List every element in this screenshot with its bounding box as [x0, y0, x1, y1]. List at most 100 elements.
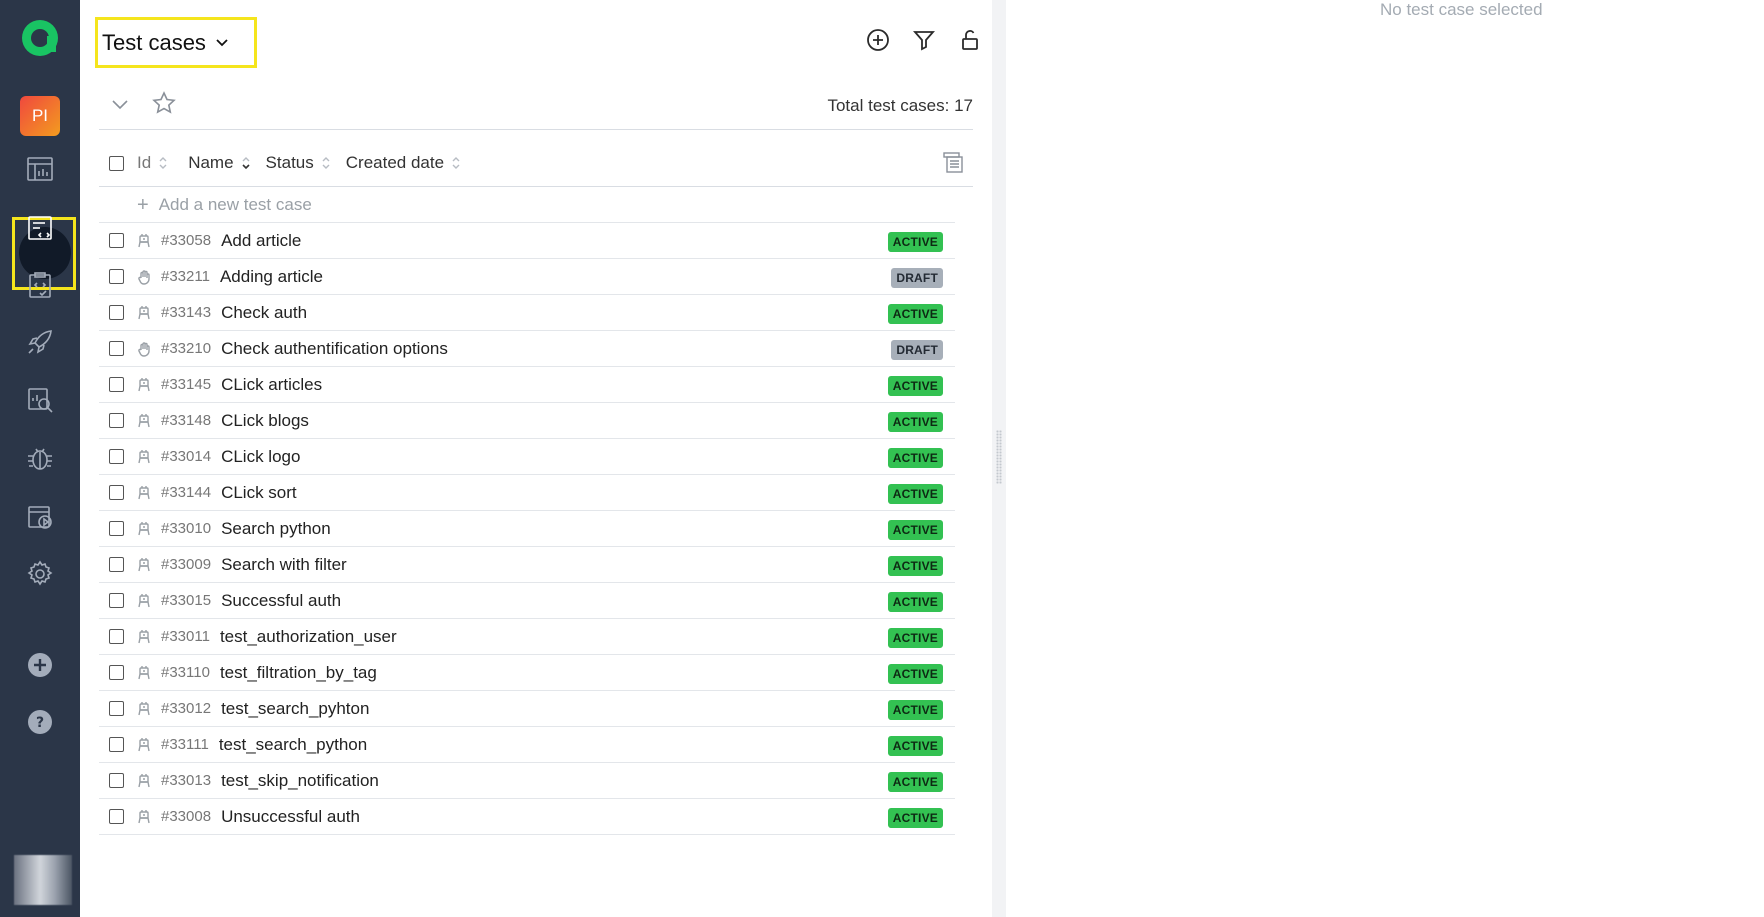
table-row[interactable]: #33010 Search python ACTIVE: [99, 511, 955, 547]
sort-icon: [159, 157, 167, 169]
sidebar-item-settings[interactable]: [22, 556, 58, 592]
sort-icon: [452, 157, 460, 169]
row-checkbox[interactable]: [109, 485, 124, 500]
column-id[interactable]: Id: [137, 153, 168, 173]
select-all-checkbox[interactable]: [109, 155, 124, 171]
row-checkbox[interactable]: [109, 341, 124, 356]
row-checkbox[interactable]: [109, 665, 124, 680]
test-case-name: CLick blogs: [221, 410, 309, 430]
sidebar-item-dashboards[interactable]: [22, 151, 58, 187]
status-badge: ACTIVE: [887, 772, 943, 792]
jobs-icon: [28, 506, 52, 529]
sidebar-item-test-plans[interactable]: [22, 267, 58, 303]
status-badge: ACTIVE: [887, 484, 943, 504]
table-row[interactable]: #33148 CLick blogs ACTIVE: [99, 403, 955, 439]
status-badge: ACTIVE: [887, 736, 943, 756]
table-row[interactable]: #33009 Search with filter ACTIVE: [99, 547, 955, 583]
column-name[interactable]: Name: [188, 153, 250, 173]
page-title: Test cases: [102, 29, 206, 55]
test-case-list: + Add a new test case #33058 Add article A…: [99, 188, 955, 835]
status-badge: ACTIVE: [887, 628, 943, 648]
column-created-date[interactable]: Created date: [346, 153, 461, 173]
table-row[interactable]: #33014 CLick logo ACTIVE: [99, 439, 955, 475]
automated-robot-icon: [136, 593, 152, 609]
sidebar-item-analytics[interactable]: [22, 382, 58, 418]
status-badge: ACTIVE: [887, 232, 943, 252]
test-cases-panel: Test cases Total test cases: 17 Id Name …: [80, 0, 1050, 917]
test-case-id: #33210: [161, 340, 212, 357]
automated-robot-icon: [136, 665, 152, 681]
sidebar-help-button[interactable]: ?: [22, 704, 58, 740]
sidebar-item-jobs[interactable]: [22, 498, 58, 534]
row-checkbox[interactable]: [109, 629, 124, 644]
row-checkbox[interactable]: [109, 701, 124, 716]
add-test-case-row[interactable]: + Add a new test case: [99, 188, 955, 223]
sidebar-item-launches[interactable]: [22, 324, 58, 360]
automated-robot-icon: [136, 701, 152, 717]
project-avatar[interactable]: PI: [20, 96, 60, 136]
test-case-name: test_filtration_by_tag: [219, 662, 377, 682]
automated-robot-icon: [136, 629, 152, 645]
table-row[interactable]: #33015 Successful auth ACTIVE: [99, 583, 955, 619]
sidebar-item-defects[interactable]: [22, 440, 58, 476]
row-checkbox[interactable]: [109, 269, 124, 284]
star-icon[interactable]: [151, 90, 177, 116]
row-checkbox[interactable]: [109, 377, 124, 392]
filter-button[interactable]: [910, 26, 938, 54]
table-row[interactable]: #33008 Unsuccessful auth ACTIVE: [99, 799, 955, 835]
sidebar-item-test-cases[interactable]: [22, 210, 58, 246]
row-checkbox[interactable]: [109, 305, 124, 320]
automated-robot-icon: [136, 305, 152, 321]
table-row[interactable]: #33058 Add article ACTIVE: [99, 223, 955, 259]
test-case-id: #33058: [161, 232, 212, 249]
lock-button[interactable]: [956, 26, 984, 54]
add-circle-icon: [867, 29, 889, 51]
app-logo-icon[interactable]: [18, 16, 62, 60]
panel-resize-handle[interactable]: [992, 0, 1006, 917]
table-row[interactable]: #33013 test_skip_notification ACTIVE: [99, 763, 955, 799]
row-checkbox[interactable]: [109, 557, 124, 572]
table-row[interactable]: #33110 test_filtration_by_tag ACTIVE: [99, 655, 955, 691]
table-row[interactable]: #33211 Adding article DRAFT: [99, 259, 955, 295]
test-case-id: #33015: [161, 592, 212, 609]
test-case-id: #33011: [161, 628, 210, 645]
row-checkbox[interactable]: [109, 449, 124, 464]
status-badge: ACTIVE: [887, 556, 943, 576]
sidebar: PI ?: [0, 0, 80, 917]
user-avatar[interactable]: [14, 855, 72, 905]
status-badge: ACTIVE: [887, 808, 943, 828]
launches-icon: [28, 330, 52, 354]
table-row[interactable]: #33143 Check auth ACTIVE: [99, 295, 955, 331]
add-test-case-button[interactable]: [864, 26, 892, 54]
table-header: Id Name Status Created date: [99, 140, 973, 187]
column-settings-icon[interactable]: [941, 150, 965, 174]
test-case-id: #33211: [161, 268, 210, 285]
test-case-id: #33148: [161, 412, 212, 429]
row-checkbox[interactable]: [109, 773, 124, 788]
table-row[interactable]: #33011 test_authorization_user ACTIVE: [99, 619, 955, 655]
sidebar-add-button[interactable]: [22, 647, 58, 683]
total-test-cases: Total test cases: 17: [827, 96, 973, 115]
help-icon: ?: [28, 710, 52, 734]
status-badge: ACTIVE: [887, 700, 943, 720]
row-checkbox[interactable]: [109, 233, 124, 248]
sort-desc-icon: [241, 157, 250, 170]
automated-robot-icon: [136, 737, 152, 753]
row-checkbox[interactable]: [109, 521, 124, 536]
table-row[interactable]: #33144 CLick sort ACTIVE: [99, 475, 955, 511]
row-checkbox[interactable]: [109, 413, 124, 428]
table-row[interactable]: #33145 CLick articles ACTIVE: [99, 367, 955, 403]
row-checkbox[interactable]: [109, 809, 124, 824]
collapse-chevron-icon[interactable]: [111, 95, 129, 113]
column-status[interactable]: Status: [266, 153, 331, 173]
test-cases-title-dropdown[interactable]: Test cases: [95, 17, 257, 68]
table-row[interactable]: #33012 test_search_pyhton ACTIVE: [99, 691, 955, 727]
row-checkbox[interactable]: [109, 593, 124, 608]
table-row[interactable]: #33210 Check authentification options DRAF…: [99, 331, 955, 367]
grip-icon: [996, 430, 1002, 484]
row-checkbox[interactable]: [109, 737, 124, 752]
automated-robot-icon: [136, 233, 152, 249]
table-row[interactable]: #33111 test_search_python ACTIVE: [99, 727, 955, 763]
test-case-name: CLick logo: [221, 446, 301, 466]
test-case-id: #33143: [161, 304, 212, 321]
